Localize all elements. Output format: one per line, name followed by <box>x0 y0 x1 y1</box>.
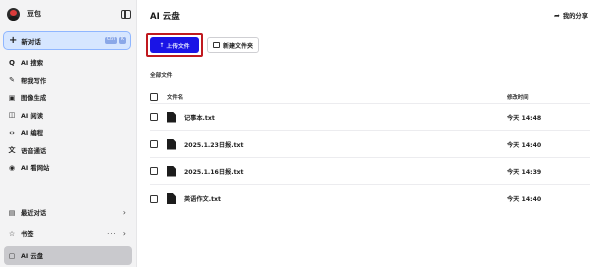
file-icon <box>167 138 176 150</box>
share-label: 我的分享 <box>562 13 588 20</box>
sidebar-bottom: ▤ 最近对话 › ☆ 书签 ··· › ▢ AI 云盘 <box>0 202 136 267</box>
chevron-right-icon: › <box>122 208 126 217</box>
table-row[interactable]: 2025.1.23日报.txt 今天 14:40 <box>150 131 590 158</box>
plus-icon: + <box>9 34 18 46</box>
new-folder-button[interactable]: 新建文件夹 <box>207 37 260 53</box>
file-table: 文件名 修改时间 记事本.txt 今天 14:48 2025.1.23日报.tx… <box>150 90 590 212</box>
sidebar-item-voice-call[interactable]: 文 语音通话 <box>0 142 136 160</box>
new-folder-label: 新建文件夹 <box>223 42 254 50</box>
section-label: 全部文件 <box>150 73 173 79</box>
file-name[interactable]: 2025.1.23日报.txt <box>184 140 243 149</box>
upload-file-button[interactable]: ↑ 上传文件 <box>150 37 199 53</box>
sidebar-item-label: 书签 <box>21 231 34 238</box>
shortcut-key-ctrl: Ctrl <box>105 37 118 44</box>
file-name[interactable]: 2025.1.16日报.txt <box>184 167 243 176</box>
file-name[interactable]: 记事本.txt <box>184 113 215 122</box>
table-header: 文件名 修改时间 <box>150 90 590 104</box>
column-header-time: 修改时间 <box>507 94 529 101</box>
toolbar: ↑ 上传文件 新建文件夹 <box>146 33 260 57</box>
pen-icon: ✎ <box>9 76 15 85</box>
sidebar-item-ai-reading[interactable]: ◫ AI 阅读 <box>0 107 136 125</box>
sidebar-toggle-icon[interactable] <box>121 9 131 19</box>
file-time: 今天 14:40 <box>507 141 542 149</box>
sidebar-item-label: 语音通话 <box>21 147 47 155</box>
sidebar-item-cloud[interactable]: ▢ AI 云盘 <box>4 246 132 265</box>
file-time: 今天 14:48 <box>507 114 542 122</box>
upload-highlight: ↑ 上传文件 <box>146 33 203 57</box>
book-icon: ◫ <box>8 111 16 120</box>
page-title: AI 云盘 <box>150 12 180 22</box>
table-row[interactable]: 记事本.txt 今天 14:48 <box>150 104 590 131</box>
globe-icon: ◉ <box>8 163 16 172</box>
sidebar-item-writing[interactable]: ✎ 帮我写作 <box>0 72 136 90</box>
row-checkbox[interactable] <box>150 194 158 203</box>
sidebar-item-label: AI 云盘 <box>21 253 44 260</box>
folder-icon <box>213 42 220 48</box>
upload-icon: ↑ <box>159 41 165 49</box>
file-icon <box>167 111 176 123</box>
sidebar-nav: Q AI 搜索 ✎ 帮我写作 ▣ 图像生成 ◫ AI 阅读 ‹› AI 编程 文… <box>0 54 136 177</box>
sidebar-item-label: AI 编程 <box>21 130 44 138</box>
sidebar-item-label: 帮我写作 <box>21 77 47 85</box>
username: 豆包 <box>27 10 41 18</box>
row-checkbox[interactable] <box>150 167 158 175</box>
more-icon[interactable]: ··· <box>107 230 117 238</box>
main-content: AI 云盘 ➦ 我的分享 ↑ 上传文件 新建文件夹 全部文件 文件名 修改时间 … <box>138 0 600 267</box>
cloud-drive-icon: ▢ <box>8 251 16 260</box>
sidebar-item-recent[interactable]: ▤ 最近对话 › <box>0 202 136 223</box>
search-icon: Q <box>9 58 15 67</box>
column-header-name: 文件名 <box>167 94 184 101</box>
share-icon: ➦ <box>553 11 560 20</box>
file-icon <box>167 193 176 204</box>
file-icon <box>167 165 176 177</box>
new-chat-label: 新对话 <box>21 37 41 46</box>
avatar[interactable] <box>7 7 20 21</box>
code-icon: ‹› <box>9 128 15 137</box>
table-row[interactable]: 2025.1.16日报.txt 今天 14:39 <box>150 158 590 185</box>
row-checkbox[interactable] <box>150 140 158 148</box>
chat-icon: ▤ <box>8 208 16 217</box>
chevron-right-icon: › <box>122 229 126 238</box>
image-icon: ▣ <box>8 93 16 102</box>
sidebar-item-ai-search[interactable]: Q AI 搜索 <box>0 54 136 72</box>
file-time: 今天 14:39 <box>507 168 542 176</box>
sidebar-item-label: 图像生成 <box>21 95 47 103</box>
shortcut-badge: Ctrl K <box>105 37 126 44</box>
translate-icon: 文 <box>8 146 16 155</box>
file-name[interactable]: 英语作文.txt <box>184 194 221 203</box>
sidebar-item-bookmarks[interactable]: ☆ 书签 ··· › <box>0 223 136 244</box>
sidebar-item-image-gen[interactable]: ▣ 图像生成 <box>0 89 136 107</box>
my-share-button[interactable]: ➦ 我的分享 <box>553 11 588 21</box>
sidebar-item-ai-coding[interactable]: ‹› AI 编程 <box>0 124 136 142</box>
row-checkbox[interactable] <box>150 113 158 121</box>
shortcut-key-k: K <box>119 37 126 44</box>
sidebar-header: 豆包 <box>7 6 131 22</box>
sidebar-item-label: AI 看网站 <box>21 165 50 173</box>
upload-label: 上传文件 <box>166 43 190 50</box>
sidebar-item-label: AI 阅读 <box>21 112 44 120</box>
new-chat-button[interactable]: + 新对话 Ctrl K <box>3 31 131 50</box>
star-icon: ☆ <box>8 229 16 238</box>
sidebar: 豆包 + 新对话 Ctrl K Q AI 搜索 ✎ 帮我写作 ▣ 图像生成 ◫ … <box>0 0 137 267</box>
sidebar-item-label: AI 搜索 <box>21 60 44 68</box>
sidebar-item-label: 最近对话 <box>21 210 47 217</box>
table-row[interactable]: 英语作文.txt 今天 14:40 <box>150 185 590 212</box>
sidebar-item-ai-website[interactable]: ◉ AI 看网站 <box>0 159 136 177</box>
file-time: 今天 14:40 <box>507 196 542 203</box>
select-all-checkbox[interactable] <box>150 92 158 101</box>
